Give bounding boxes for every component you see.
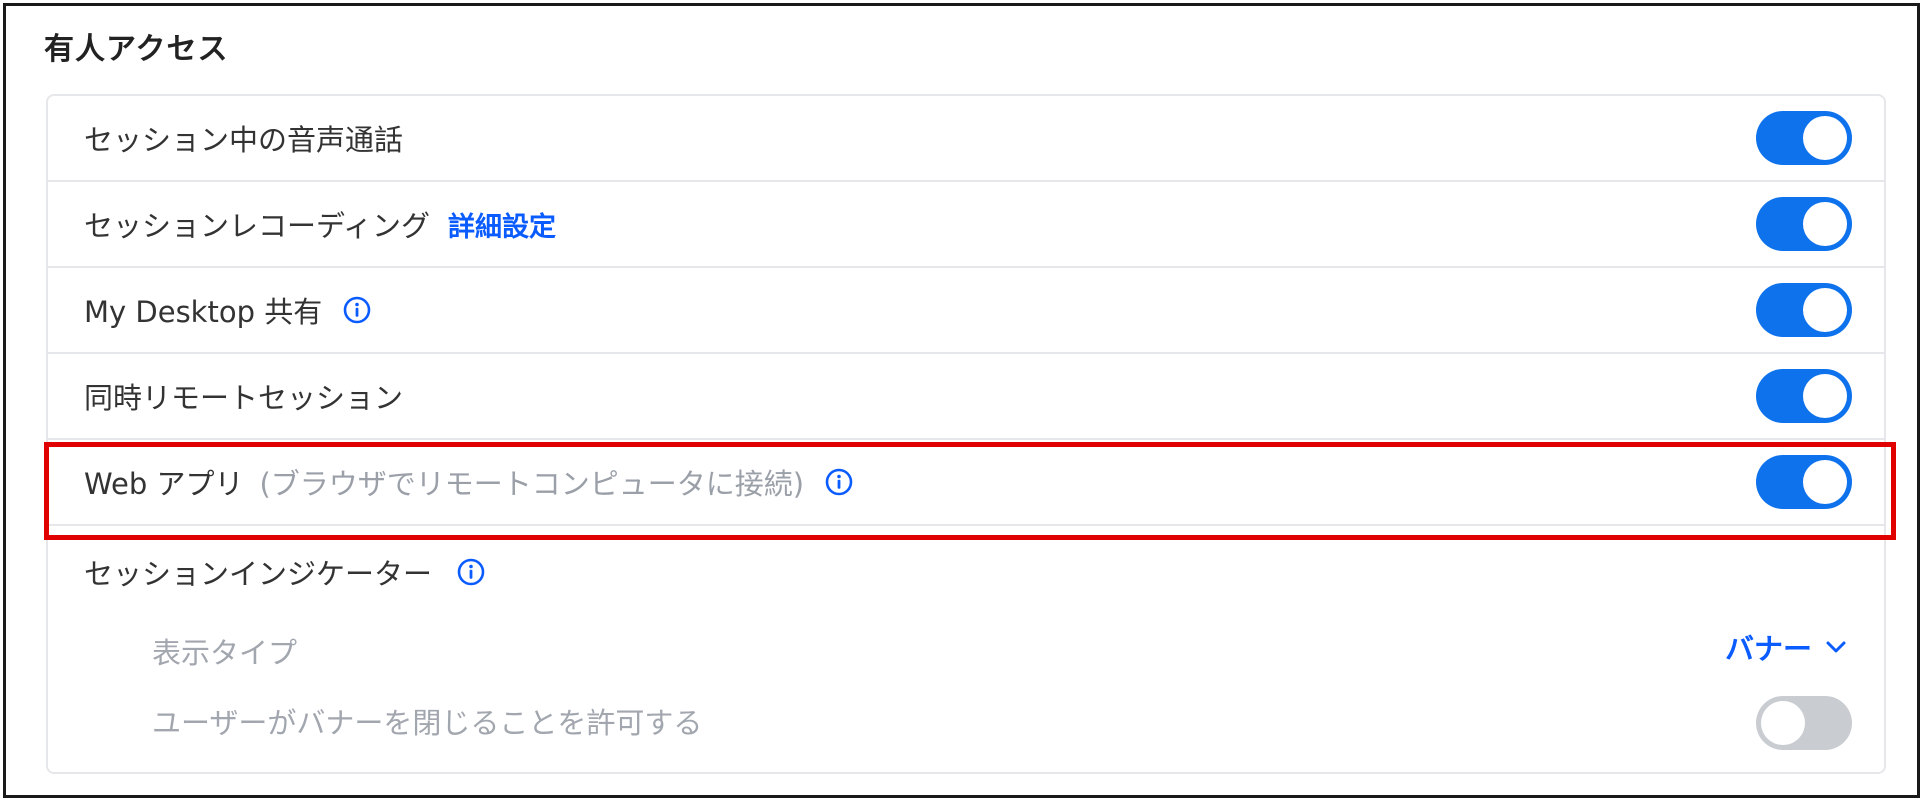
setting-row-web-app: Web アプリ (ブラウザでリモートコンピュータに接続) (48, 440, 1884, 526)
info-icon[interactable] (342, 295, 372, 325)
toggle-audio[interactable] (1756, 111, 1852, 165)
setting-row-my-desktop: My Desktop 共有 (48, 268, 1884, 354)
toggle-knob (1761, 701, 1805, 745)
allow-close-label: ユーザーがバナーを閉じることを許可する (152, 706, 703, 740)
advanced-settings-link[interactable]: 詳細設定 (448, 205, 556, 244)
info-icon[interactable] (824, 467, 854, 497)
toggle-knob (1803, 288, 1847, 332)
setting-label-indicator: セッションインジケーター (84, 557, 433, 591)
setting-hint-web-app: (ブラウザでリモートコンピュータに接続) (259, 467, 805, 501)
setting-row-concurrent: 同時リモートセッション (48, 354, 1884, 440)
toggle-concurrent[interactable] (1756, 369, 1852, 423)
setting-label-concurrent: 同時リモートセッション (84, 381, 404, 415)
setting-row-recording: セッションレコーディング 詳細設定 (48, 182, 1884, 268)
toggle-recording[interactable] (1756, 197, 1852, 251)
setting-label-audio: セッション中の音声通話 (84, 123, 404, 157)
settings-card: セッション中の音声通話 セッションレコーディング 詳細設定 My Desktop… (46, 94, 1886, 774)
chevron-down-icon (1826, 641, 1846, 653)
toggle-my-desktop[interactable] (1756, 283, 1852, 337)
section-title: 有人アクセス (44, 32, 229, 67)
toggle-allow-close[interactable] (1756, 696, 1852, 750)
display-type-dropdown[interactable]: バナー (1725, 626, 1848, 668)
display-type-value: バナー (1724, 632, 1812, 666)
setting-label-recording: セッションレコーディング (84, 209, 430, 243)
setting-label-web-app: Web アプリ (84, 467, 244, 501)
toggle-knob (1803, 374, 1847, 418)
setting-row-audio: セッション中の音声通話 (48, 96, 1884, 182)
toggle-knob (1803, 116, 1847, 160)
toggle-web-app[interactable] (1756, 455, 1852, 509)
settings-panel: 有人アクセス セッション中の音声通話 セッションレコーディング 詳細設定 My … (3, 3, 1920, 798)
toggle-knob (1803, 460, 1847, 504)
info-icon[interactable] (456, 557, 486, 587)
display-type-label: 表示タイプ (152, 636, 298, 670)
toggle-knob (1803, 202, 1847, 246)
setting-label-my-desktop: My Desktop 共有 (84, 295, 323, 329)
